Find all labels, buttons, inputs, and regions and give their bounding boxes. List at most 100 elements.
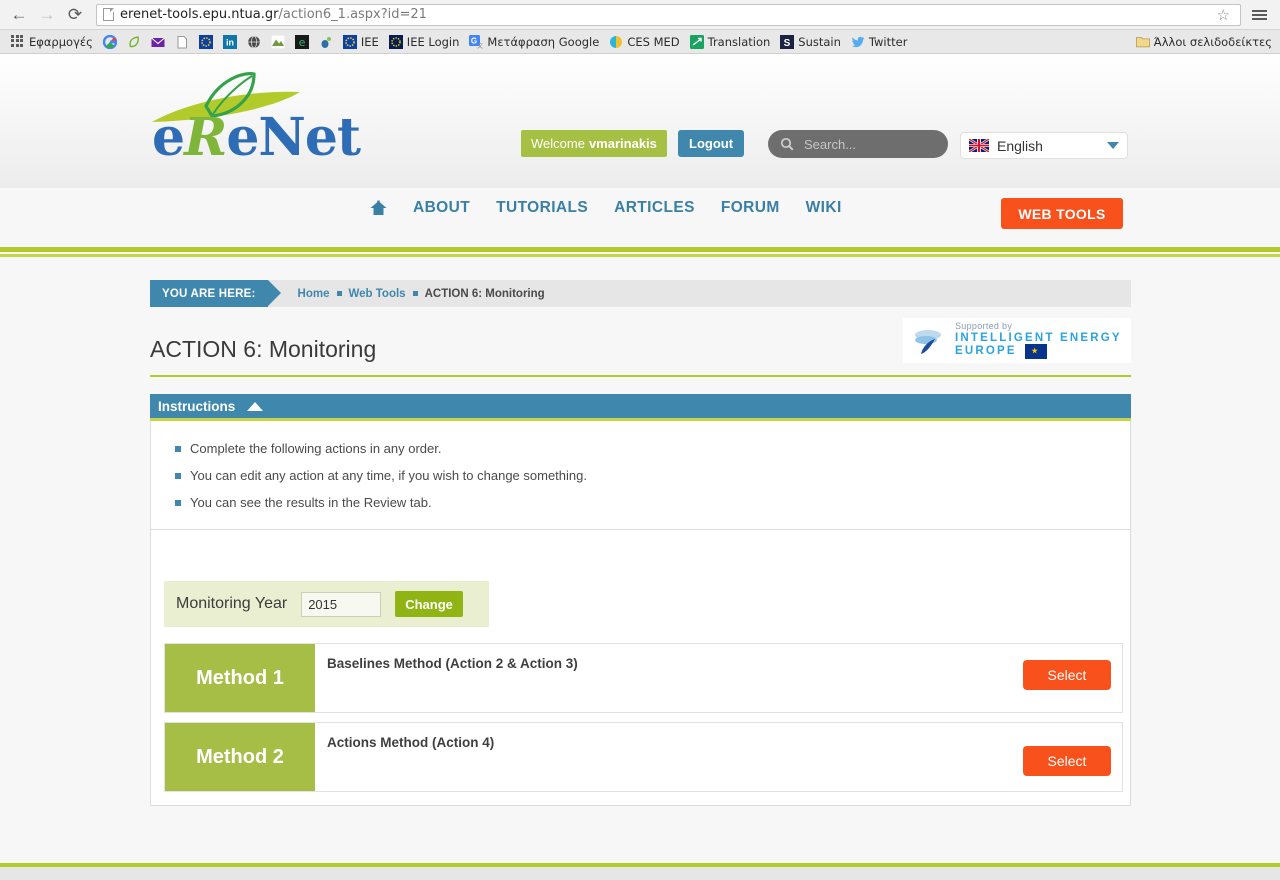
bookmark-google[interactable]: [98, 32, 122, 52]
bookmark-evernote[interactable]: e: [290, 32, 314, 52]
sustain-s-icon: S: [780, 34, 795, 49]
logout-label: Logout: [689, 136, 734, 151]
linkedin-icon: in: [222, 34, 237, 49]
bullet-icon: [175, 473, 181, 479]
bookmark-apps[interactable]: Εφαρμογές: [6, 32, 98, 52]
svg-text:S: S: [784, 38, 791, 49]
translation-green-icon: [689, 34, 704, 49]
iee-line-2-row: EUROPE: [955, 344, 1122, 360]
erenet-logo-text: eReNet: [152, 107, 361, 168]
iee-supported-by-text: Supported by: [955, 320, 1013, 331]
instructions-header[interactable]: Instructions: [150, 394, 1131, 421]
welcome-badge: Welcome vmarinakis: [521, 130, 667, 157]
browser-chrome: ← → ⟳ erenet-tools.epu.ntua.gr/action6_1…: [0, 0, 1280, 54]
bookmark-bee[interactable]: [314, 32, 338, 52]
bookmark-leaf[interactable]: [122, 32, 146, 52]
search-box[interactable]: [768, 130, 948, 158]
erenet-logo[interactable]: eReNet: [150, 72, 361, 167]
web-tools-label: WEB TOOLS: [1018, 205, 1106, 222]
bookmark-linkedin[interactable]: in: [218, 32, 242, 52]
instructions-panel: Instructions Complete the following acti…: [150, 394, 1131, 533]
bookmark-star-icon[interactable]: ☆: [1213, 6, 1234, 24]
google-icon: [102, 34, 118, 49]
iee-supported-by-logo: Supported by INTELLIGENT ENERGY EUROPE: [903, 318, 1131, 363]
eu-flag-icon: [1024, 344, 1047, 360]
breadcrumb: YOU ARE HERE: Home Web Tools ACTION 6: M…: [150, 280, 1131, 307]
select-method-2-button[interactable]: Select: [1023, 746, 1111, 776]
caret-up-icon[interactable]: [247, 401, 264, 411]
instruction-text: You can see the results in the Review ta…: [190, 495, 432, 510]
breadcrumb-separator-icon: [412, 291, 418, 296]
bee-icon: [319, 35, 333, 49]
search-input[interactable]: [802, 135, 932, 153]
method-badge: Method 1: [165, 644, 315, 712]
home-icon[interactable]: [370, 200, 387, 216]
url-text: erenet-tools.epu.ntua.gr/action6_1.aspx?…: [120, 7, 427, 22]
svg-text:文: 文: [477, 42, 483, 49]
bookmark-iee[interactable]: IEE: [338, 32, 384, 52]
bookmark-google-translate[interactable]: G文 Μετάφραση Google: [464, 32, 604, 52]
eu-stars-icon: [198, 34, 213, 49]
bookmark-iee-login[interactable]: IEE Login: [384, 32, 465, 52]
select-method-1-button[interactable]: Select: [1023, 660, 1111, 690]
other-bookmarks-label: Άλλοι σελιδοδείκτες: [1153, 34, 1272, 49]
nav-item-wiki[interactable]: WIKI: [806, 199, 842, 217]
breadcrumb-prefix: YOU ARE HERE:: [150, 280, 281, 307]
chevron-down-icon[interactable]: [1107, 142, 1119, 149]
bookmark-eu-1[interactable]: [194, 32, 218, 52]
bookmark-twitter[interactable]: Twitter: [846, 32, 913, 52]
reload-icon[interactable]: ⟳: [64, 4, 86, 26]
eu-stars-icon: [342, 34, 357, 49]
bookmark-ces-med[interactable]: CES MED: [604, 32, 684, 52]
nav-item-about[interactable]: ABOUT: [413, 199, 470, 217]
bookmark-mountain[interactable]: [266, 32, 290, 52]
method-badge: Method 2: [165, 723, 315, 791]
welcome-username: vmarinakis: [588, 136, 657, 151]
nav-item-forum[interactable]: FORUM: [721, 199, 780, 217]
monitoring-year-input[interactable]: [301, 591, 382, 617]
bookmark-globe[interactable]: [242, 32, 266, 52]
address-bar[interactable]: erenet-tools.epu.ntua.gr/action6_1.aspx?…: [96, 3, 1241, 26]
folder-icon: [1135, 35, 1150, 49]
web-tools-button[interactable]: WEB TOOLS: [1001, 198, 1123, 229]
bookmark-mail[interactable]: [146, 32, 170, 52]
monitoring-year-label: Monitoring Year: [176, 595, 288, 612]
breadcrumb-item-home[interactable]: Home: [298, 288, 330, 300]
iee-line-2: EUROPE: [955, 345, 1017, 358]
back-arrow-icon[interactable]: ←: [8, 4, 30, 26]
google-translate-icon: G文: [469, 34, 483, 50]
forward-arrow-icon[interactable]: →: [36, 4, 58, 26]
other-bookmarks-button[interactable]: Άλλοι σελιδοδείκτες: [1135, 34, 1272, 49]
apps-grid-icon: [11, 34, 25, 49]
content-green-separator: [150, 375, 1131, 377]
browser-menu-icon[interactable]: [1247, 9, 1272, 20]
monitoring-panel: Monitoring Year Change Method 1 Baseline…: [150, 529, 1131, 806]
header-green-rule-top: [0, 247, 1280, 252]
main-navigation: ABOUT TUTORIALS ARTICLES FORUM WIKI: [370, 199, 842, 217]
svg-text:in: in: [226, 37, 234, 47]
evernote-icon: e: [294, 34, 309, 49]
method-row: Method 1 Baselines Method (Action 2 & Ac…: [164, 643, 1123, 713]
uk-flag-icon: [969, 139, 989, 152]
page-title: ACTION 6: Monitoring: [150, 336, 377, 363]
welcome-prefix: Welcome: [531, 136, 585, 151]
change-year-button[interactable]: Change: [395, 591, 463, 617]
mountain-icon: [270, 34, 286, 49]
breadcrumb-item-web-tools[interactable]: Web Tools: [349, 288, 406, 300]
cesmed-circle-icon: [609, 35, 623, 49]
mail-icon: [151, 35, 165, 49]
site-header: eReNet Welcome vmarinakis Logout Search.…: [0, 54, 1280, 257]
instruction-text: Complete the following actions in any or…: [190, 441, 442, 456]
nav-item-tutorials[interactable]: TUTORIALS: [496, 199, 588, 217]
page-info-icon: [103, 8, 114, 21]
leaf-icon: [127, 35, 141, 49]
iee-swoosh-icon: [915, 329, 941, 354]
bookmark-sustain[interactable]: S Sustain: [775, 32, 846, 52]
logout-button[interactable]: Logout: [678, 130, 745, 157]
nav-item-articles[interactable]: ARTICLES: [614, 199, 695, 217]
bookmark-translation[interactable]: Translation: [685, 32, 776, 52]
breadcrumb-items: Home Web Tools ACTION 6: Monitoring: [298, 288, 545, 300]
bookmark-document[interactable]: [170, 32, 194, 52]
language-selector[interactable]: English: [960, 132, 1128, 159]
iee-line-1: INTELLIGENT ENERGY: [955, 331, 1122, 344]
